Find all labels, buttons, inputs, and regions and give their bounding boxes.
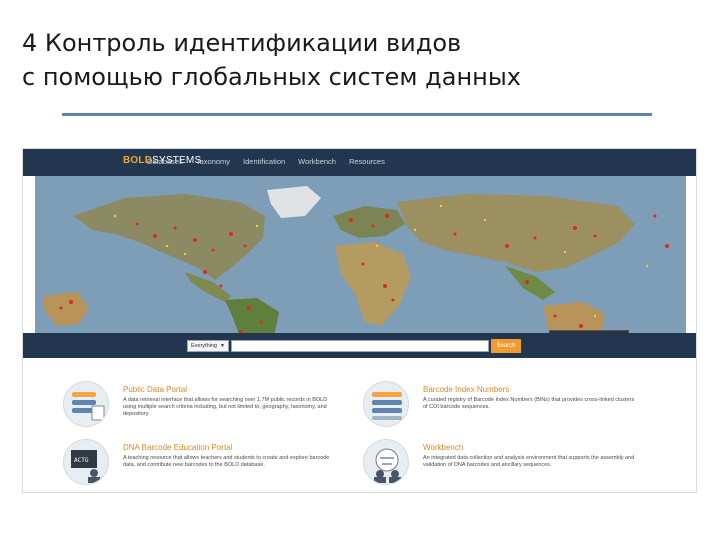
nav-taxonomy[interactable]: Taxonomy xyxy=(196,157,230,166)
portal-title[interactable]: Workbench xyxy=(423,443,463,452)
title-divider xyxy=(62,113,652,116)
database-stack-icon xyxy=(63,381,109,427)
top-navigation-bar: BOLDSYSTEMS Databases Taxonomy Identific… xyxy=(23,149,696,176)
bold-systems-screenshot: BOLDSYSTEMS Databases Taxonomy Identific… xyxy=(22,148,697,493)
portal-workbench[interactable]: Workbench An integrated data collection … xyxy=(363,439,683,492)
nav-identification[interactable]: Identification xyxy=(243,157,285,166)
dna-education-icon: ACTG xyxy=(63,439,109,485)
portal-title[interactable]: Public Data Portal xyxy=(123,385,187,394)
specimen-world-map[interactable]: Specimen Records xyxy=(35,176,686,358)
slide-title-line-2: с помощью глобальных систем данных xyxy=(22,63,521,91)
chevron-down-icon: ▼ xyxy=(220,343,225,349)
nav-links: Databases Taxonomy Identification Workbe… xyxy=(147,157,385,166)
portal-public-data[interactable]: Public Data Portal A data retrieval inte… xyxy=(63,381,383,439)
search-scope-value: Everything xyxy=(191,343,217,349)
nav-databases[interactable]: Databases xyxy=(147,157,183,166)
portal-description: A data retrieval interface that allows f… xyxy=(123,397,328,417)
search-bar: Everything ▼ Search xyxy=(23,333,696,358)
portal-education[interactable]: ACTG DNA Barcode Education Portal A teac… xyxy=(63,439,383,492)
portal-description: An integrated data collection and analys… xyxy=(423,455,635,468)
portal-description: A curated registry of Barcode Index Numb… xyxy=(423,397,635,410)
portal-description: A teaching resource that allows teachers… xyxy=(123,455,330,468)
search-input[interactable] xyxy=(231,340,489,352)
portal-title[interactable]: DNA Barcode Education Portal xyxy=(123,443,232,452)
nav-resources[interactable]: Resources xyxy=(349,157,385,166)
nav-workbench[interactable]: Workbench xyxy=(298,157,336,166)
portal-title[interactable]: Barcode Index Numbers xyxy=(423,385,509,394)
search-scope-select[interactable]: Everything ▼ xyxy=(187,340,229,352)
search-button[interactable]: Search xyxy=(491,339,521,353)
portal-bin[interactable]: Barcode Index Numbers A curated registry… xyxy=(363,381,683,439)
svg-text:ACTG: ACTG xyxy=(74,457,89,464)
slide-title-line-1: 4 Контроль идентификации видов xyxy=(22,29,462,57)
barcode-index-icon xyxy=(363,381,409,427)
workbench-icon xyxy=(363,439,409,485)
slide-title: 4 Контроль идентификации видов с помощью… xyxy=(22,26,662,94)
